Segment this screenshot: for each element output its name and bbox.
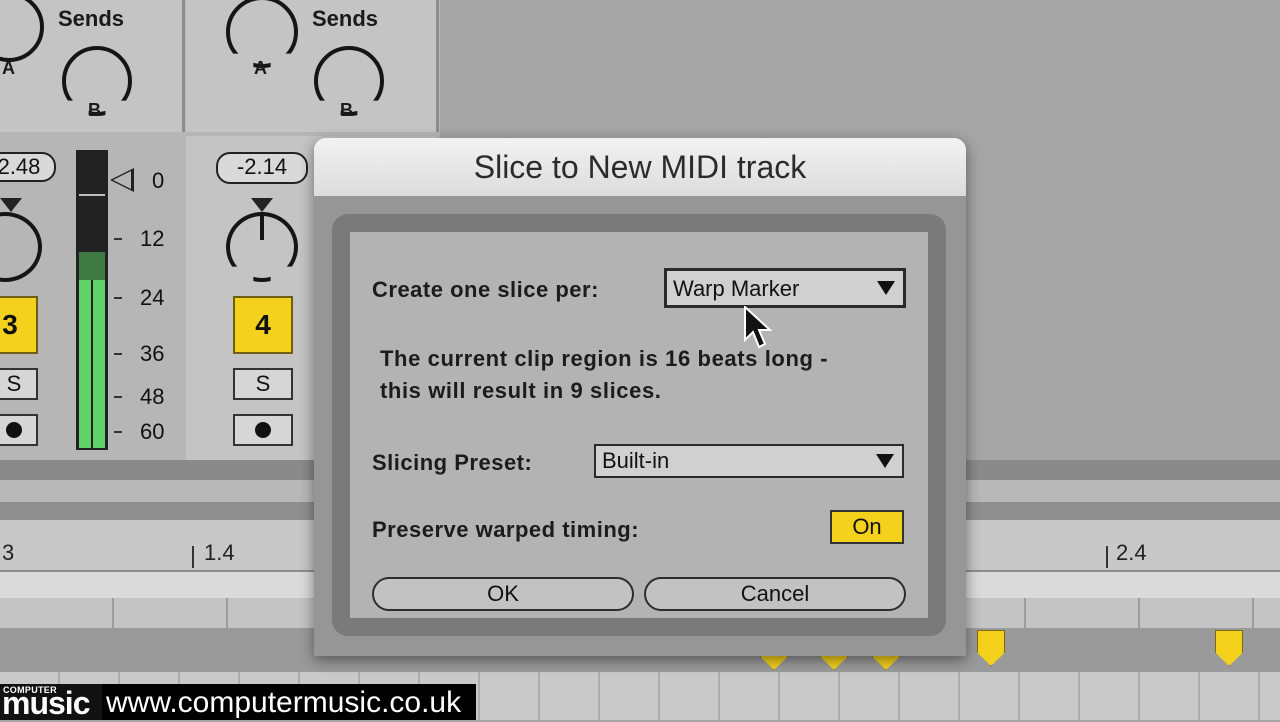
ruler-tick <box>1106 546 1108 568</box>
ruler-label: 2.4 <box>1116 540 1147 565</box>
meter-tick <box>114 238 122 240</box>
send-b-label: B <box>340 100 353 120</box>
track-3-arm-button[interactable] <box>0 414 38 446</box>
record-dot-icon <box>255 422 271 438</box>
mouse-cursor-icon <box>744 304 773 350</box>
dialog-title: Slice to New MIDI track <box>314 138 966 196</box>
slicing-preset-dropdown[interactable]: Built-in <box>594 444 904 478</box>
meter-tick <box>114 353 122 355</box>
meter-scale-label: 60 <box>140 419 165 444</box>
meter-scale-label: 24 <box>140 285 165 310</box>
meter-scale-label: 0 <box>152 168 165 193</box>
preserve-timing-toggle[interactable]: On <box>830 510 904 544</box>
level-meter <box>76 150 108 450</box>
meter-right-fill <box>93 280 105 448</box>
meter-scale-label: 36 <box>140 341 165 366</box>
slice-per-dropdown[interactable]: Warp Marker <box>664 268 906 308</box>
track-4-volume[interactable]: -2.14 <box>216 152 308 184</box>
ruler-label: 1.4 <box>204 540 235 565</box>
track-3-volume[interactable]: 2.48 <box>0 152 56 182</box>
meter-scale-label: 12 <box>140 226 165 251</box>
sends-title: Sends <box>58 6 125 31</box>
ok-button[interactable]: OK <box>372 577 634 611</box>
meter-scale-label: 48 <box>140 384 165 409</box>
message-line-2: this will result in 9 slices. <box>380 378 662 403</box>
dropdown-arrow-icon <box>877 281 895 295</box>
track-3-activator[interactable]: 3 <box>0 296 38 354</box>
dialog-body: Create one slice per: Warp Marker The cu… <box>314 196 966 656</box>
meter-tick <box>114 431 122 433</box>
track-4-activator[interactable]: 4 <box>233 296 293 354</box>
sends-panel-track-4: Sends A B <box>186 0 439 132</box>
slice-per-label: Create one slice per: <box>372 277 599 302</box>
dialog-panel: Create one slice per: Warp Marker The cu… <box>350 232 928 618</box>
slicing-preset-label: Slicing Preset: <box>372 450 533 475</box>
send-a-label: A <box>2 58 15 78</box>
pan-indicator-icon <box>0 198 22 212</box>
send-a-label: A <box>254 58 267 78</box>
meter-tick <box>114 297 122 299</box>
computer-music-logo: COMPUTER music <box>0 684 102 720</box>
website-url: www.computermusic.co.uk <box>102 684 476 720</box>
pan-indicator-icon <box>251 198 273 212</box>
preserve-timing-label: Preserve warped timing: <box>372 517 640 542</box>
track-4-arm-button[interactable] <box>233 414 293 446</box>
dialog-inner-frame: Create one slice per: Warp Marker The cu… <box>332 214 946 636</box>
slice-dialog: Slice to New MIDI track Create one slice… <box>314 138 966 656</box>
sends-panel-track-3: Sends A B <box>0 0 185 132</box>
clip-region-message: The current clip region is 16 beats long… <box>380 343 828 407</box>
sends-title: Sends <box>312 6 379 31</box>
track-4-solo-button[interactable]: S <box>233 368 293 400</box>
send-b-label: B <box>88 100 101 120</box>
pan-knob-pointer <box>260 212 264 240</box>
meter-left-fill <box>79 280 91 448</box>
ruler-label: 3 <box>2 540 15 565</box>
dropdown-arrow-icon <box>876 454 894 468</box>
slice-per-value: Warp Marker <box>673 276 800 301</box>
record-dot-icon <box>6 422 22 438</box>
slicing-preset-value: Built-in <box>602 448 670 473</box>
logo-main-text: music <box>2 685 90 721</box>
ruler-tick <box>192 546 194 568</box>
meter-marker <box>79 194 105 196</box>
cancel-button[interactable]: Cancel <box>644 577 906 611</box>
track-3-solo-button[interactable]: S <box>0 368 38 400</box>
send-a-knob[interactable] <box>0 0 44 62</box>
meter-peak <box>79 252 105 280</box>
meter-tick <box>114 396 122 398</box>
